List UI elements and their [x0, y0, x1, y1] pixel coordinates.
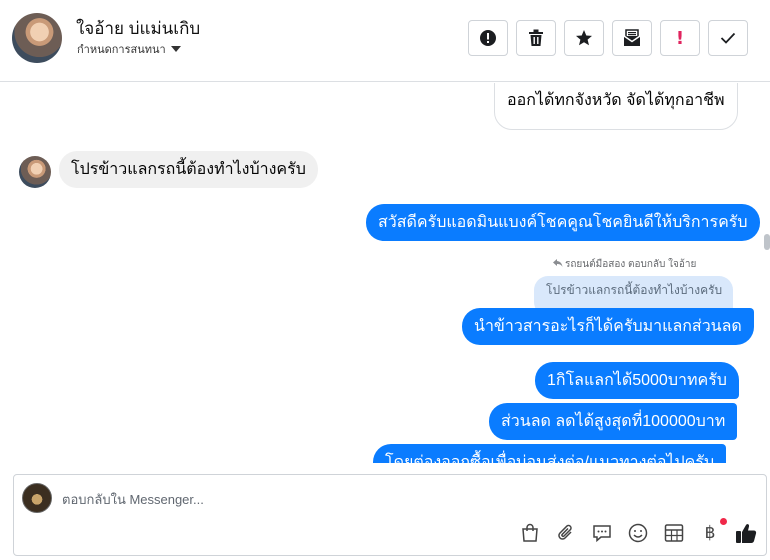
table-icon[interactable] — [663, 522, 685, 544]
bag-icon[interactable] — [519, 522, 541, 544]
info-icon — [479, 29, 497, 47]
message-bubble: นำข้าวสารอะไรก็ได้ครับมาแลกส่วนลด — [462, 308, 754, 345]
scrollbar[interactable] — [764, 83, 770, 463]
thumbs-up-icon[interactable] — [735, 522, 757, 544]
reply-context-text: รถยนต์มือสอง ตอบกลับ ใจอ้าย — [565, 259, 697, 270]
payment-button[interactable]: ฿ — [699, 518, 727, 544]
sender-avatar — [19, 156, 51, 188]
contact-name[interactable]: ใจอ้าย บ่แม่นเกิบ — [76, 15, 200, 42]
emoji-icon[interactable] — [627, 522, 649, 544]
message-bubble: ส่วนลด ลดได้สูงสุดที่100000บาท — [489, 403, 738, 440]
mail-icon — [623, 29, 641, 47]
check-icon — [720, 32, 736, 44]
contact-avatar[interactable] — [12, 13, 62, 63]
mark-unread-button[interactable] — [612, 20, 652, 56]
message-bubble: ออกได้ทกจังหวัด จัดได้ทุกอาชีพ — [494, 83, 738, 130]
message-bubble: 1กิโลแลกได้5000บาทครับ — [535, 362, 739, 399]
message-bubble: สวัสดีครับแอดมินแบงค์โชคคูณโชคยินดีให้บร… — [366, 204, 760, 241]
page-avatar — [22, 483, 52, 513]
composer-toolbar: ฿ — [519, 518, 757, 544]
star-icon — [575, 29, 593, 47]
alert-icon: ! — [675, 27, 685, 49]
assign-conversation-label: กำหนดการสนทนา — [77, 44, 166, 56]
follow-up-button[interactable]: ! — [660, 20, 700, 56]
scrollbar-thumb[interactable] — [764, 234, 770, 250]
reply-context-label: รถยนต์มือสอง ตอบกลับ ใจอ้าย — [553, 257, 696, 272]
baht-icon: ฿ — [704, 523, 716, 543]
delete-button[interactable] — [516, 20, 556, 56]
trash-icon — [528, 29, 544, 47]
message-bubble: โดยต่องออกซื้อเพื่อบ่อนส่งต่อ/แนวทางต่อไ… — [373, 444, 727, 463]
info-button[interactable] — [468, 20, 508, 56]
message-bubble: โปรข้าวแลกรถนี้ต้องทำไงบ้างครับ — [59, 151, 318, 188]
conversation-actions: ! — [468, 20, 748, 56]
notification-dot — [720, 518, 727, 525]
star-button[interactable] — [564, 20, 604, 56]
reply-composer: ฿ — [13, 474, 767, 556]
mark-done-button[interactable] — [708, 20, 748, 56]
assign-conversation-dropdown[interactable]: กำหนดการสนทนา — [77, 40, 181, 58]
reply-arrow-icon — [553, 259, 563, 270]
paperclip-icon[interactable] — [555, 522, 577, 544]
caret-down-icon — [170, 46, 181, 52]
reply-input[interactable] — [62, 489, 662, 509]
conversation-header: ใจอ้าย บ่แม่นเกิบ กำหนดการสนทนา ! — [0, 0, 770, 82]
message-thread: ออกได้ทกจังหวัด จัดได้ทุกอาชีพ โปรข้าวแล… — [0, 83, 770, 463]
chat-bubble-icon[interactable] — [591, 522, 613, 544]
